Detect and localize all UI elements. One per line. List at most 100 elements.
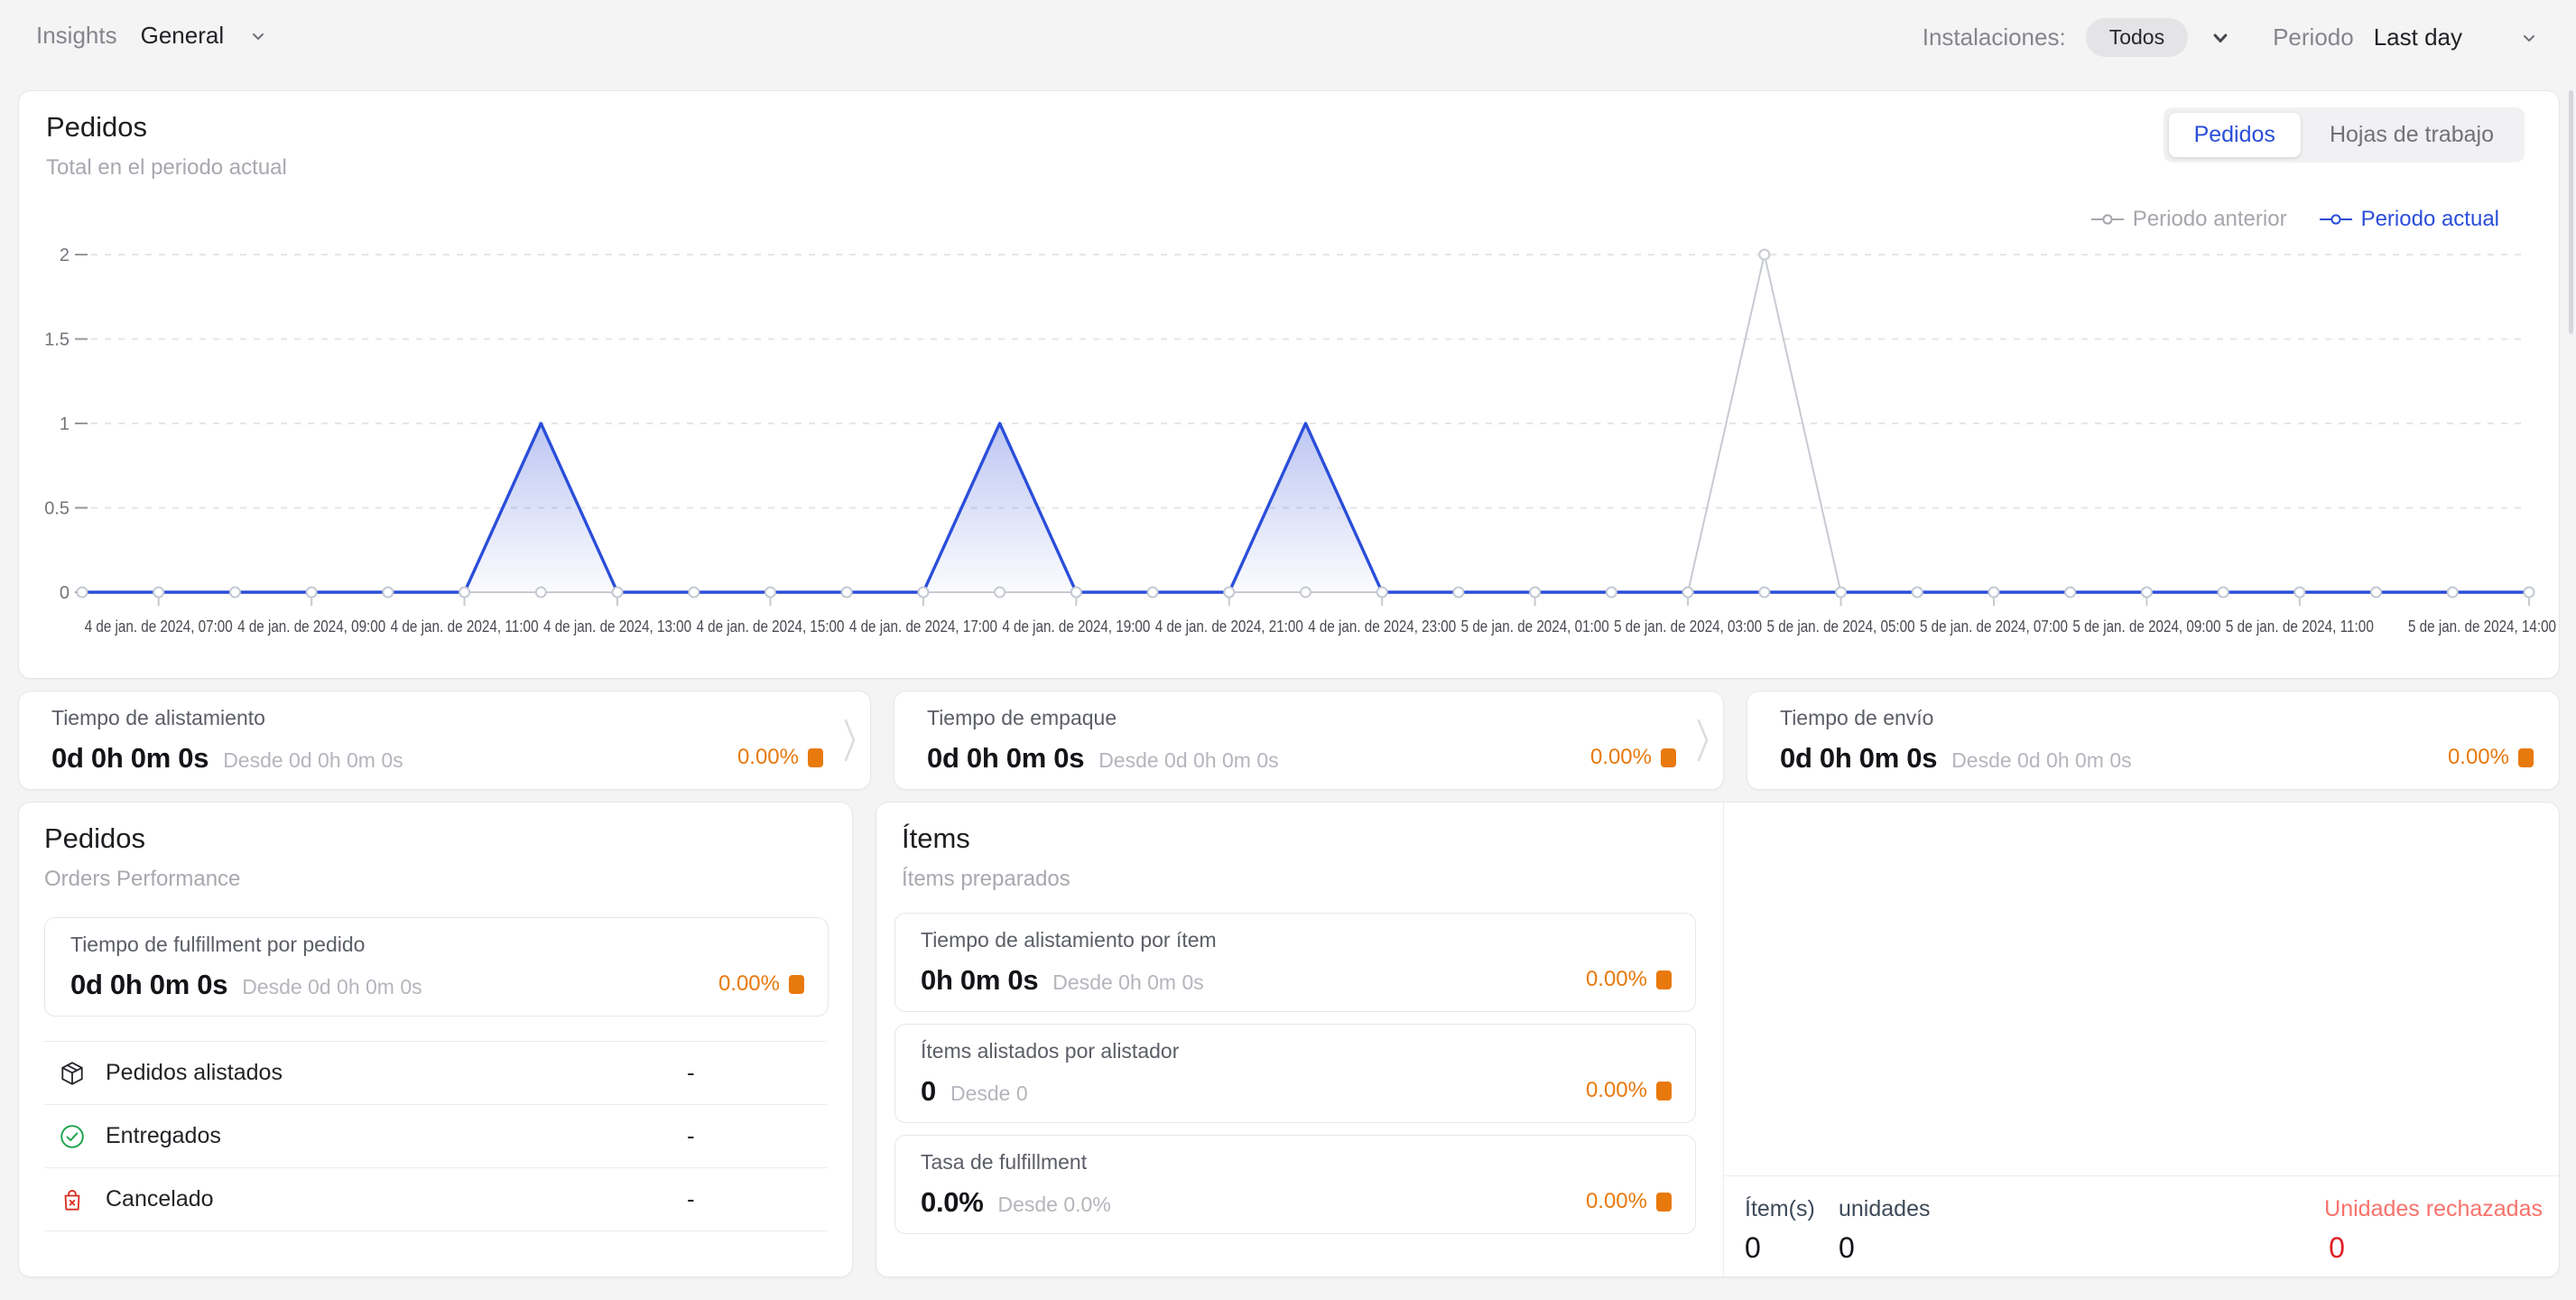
kpi-percent: 0.00% [737, 745, 823, 770]
kpi-card-envio[interactable]: Tiempo de envío 0d 0h 0m 0s Desde 0d 0h … [1747, 691, 2560, 790]
chevron-down-icon[interactable] [2518, 27, 2540, 49]
trend-chip-icon [808, 748, 823, 767]
card-title: Ítems [902, 822, 1070, 855]
orders-line-chart[interactable]: 00.511.524 de jan. de 2024, 07:004 de ja… [19, 91, 2561, 680]
kpi-content: Tiempo de empaque 0d 0h 0m 0s Desde 0d 0… [894, 706, 1590, 775]
rejected-units-value: 0 [2324, 1231, 2543, 1265]
items-column: Ítems Ítems preparados Tiempo de alistam… [876, 803, 1723, 1277]
kpi-content: Tiempo de envío 0d 0h 0m 0s Desde 0d 0h … [1747, 706, 2448, 775]
items-per-picker-metric: Ítems alistados por alistador 0 Desde 0 … [894, 1024, 1696, 1123]
metric-value: 0h 0m 0s [921, 964, 1038, 997]
kpi-title: Tiempo de empaque [927, 706, 1558, 730]
svg-text:1.5: 1.5 [44, 330, 69, 350]
percent-value: 0.00% [2448, 745, 2509, 770]
dashboard-page: Insights General Instalaciones: Todos Pe… [0, 0, 2576, 1300]
svg-text:5 de jan. de 2024, 01:00: 5 de jan. de 2024, 01:00 [1461, 618, 1609, 636]
metric-title: Ítems alistados por alistador [921, 1039, 1561, 1063]
list-item-entregados: Entregados - [44, 1104, 827, 1167]
card-subtitle: Ítems preparados [902, 867, 1070, 892]
row-label: Entregados [106, 1123, 221, 1149]
trend-chip-icon [789, 975, 804, 994]
installations-dropdown[interactable]: Todos [2086, 18, 2188, 57]
metric-percent: 0.00% [718, 971, 804, 997]
svg-text:4 de jan. de 2024, 23:00: 4 de jan. de 2024, 23:00 [1308, 618, 1456, 636]
trend-chip-icon [1656, 1082, 1672, 1100]
kpi-percent: 0.00% [1590, 745, 1676, 770]
insights-label: Insights [36, 22, 117, 50]
svg-text:2: 2 [60, 246, 69, 265]
kpi-value: 0d 0h 0m 0s [1780, 742, 1937, 775]
metric-value: 0d 0h 0m 0s [70, 969, 227, 1001]
items-count-label: Ítem(s) [1745, 1196, 1815, 1222]
row-label: Pedidos alistados [106, 1060, 283, 1086]
card-title: Pedidos [44, 822, 240, 855]
installations-label: Instalaciones: [1923, 23, 2066, 51]
period-dropdown[interactable]: Last day [2374, 23, 2462, 51]
svg-text:4 de jan. de 2024, 17:00: 4 de jan. de 2024, 17:00 [849, 618, 997, 636]
filters-group: Instalaciones: Todos Periodo Last day [1923, 18, 2540, 57]
metric-since: Desde 0h 0m 0s [1052, 970, 1203, 995]
kpi-value: 0d 0h 0m 0s [927, 742, 1084, 775]
metric-title: Tasa de fulfillment [921, 1150, 1561, 1175]
svg-text:4 de jan. de 2024, 13:00: 4 de jan. de 2024, 13:00 [543, 618, 691, 636]
row-value: - [687, 1122, 695, 1150]
svg-text:4 de jan. de 2024, 11:00: 4 de jan. de 2024, 11:00 [391, 618, 539, 636]
kpi-content: Tiempo de alistamiento 0d 0h 0m 0s Desde… [19, 706, 737, 775]
kpi-card-empaque[interactable]: Tiempo de empaque 0d 0h 0m 0s Desde 0d 0… [894, 691, 1724, 790]
row-label: Cancelado [106, 1186, 214, 1212]
items-count: Ítem(s) 0 [1745, 1196, 1815, 1265]
trend-chip-icon [1656, 970, 1672, 989]
metric-since: Desde 0 [950, 1082, 1028, 1106]
kpi-value: 0d 0h 0m 0s [51, 742, 208, 775]
items-card: Ítems Ítems preparados Tiempo de alistam… [876, 802, 2560, 1277]
metric-percent: 0.00% [1586, 1189, 1672, 1214]
items-footer: Ítem(s) 0 unidades 0 Unidades rechazadas… [1723, 1175, 2559, 1277]
trend-chip-icon [1656, 1193, 1672, 1212]
kpi-since: Desde 0d 0h 0m 0s [1098, 748, 1278, 773]
svg-text:4 de jan. de 2024, 15:00: 4 de jan. de 2024, 15:00 [696, 618, 844, 636]
kpi-title: Tiempo de alistamiento [51, 706, 705, 730]
units-count-label: unidades [1839, 1196, 1930, 1222]
period-label: Periodo [2273, 23, 2354, 51]
svg-text:4 de jan. de 2024, 21:00: 4 de jan. de 2024, 21:00 [1155, 618, 1303, 636]
picking-time-per-item-metric: Tiempo de alistamiento por ítem 0h 0m 0s… [894, 913, 1696, 1012]
check-circle-icon [59, 1123, 88, 1150]
kpi-since: Desde 0d 0h 0m 0s [223, 748, 403, 773]
svg-text:5 de jan. de 2024, 09:00: 5 de jan. de 2024, 09:00 [2072, 618, 2220, 636]
svg-text:5 de jan. de 2024, 03:00: 5 de jan. de 2024, 03:00 [1614, 618, 1762, 636]
card-subtitle: Orders Performance [44, 867, 240, 892]
orders-performance-card: Pedidos Orders Performance Tiempo de ful… [18, 802, 853, 1277]
svg-text:5 de jan. de 2024, 07:00: 5 de jan. de 2024, 07:00 [1920, 618, 2068, 636]
percent-value: 0.00% [737, 745, 799, 770]
svg-text:4 de jan. de 2024, 09:00: 4 de jan. de 2024, 09:00 [237, 618, 385, 636]
units-count-value: 0 [1839, 1231, 1930, 1265]
metric-percent: 0.00% [1586, 1078, 1672, 1103]
list-item-pedidos-alistados: Pedidos alistados - [44, 1041, 827, 1104]
rejected-units-count: Unidades rechazadas 0 [2324, 1196, 2543, 1265]
percent-value: 0.00% [1586, 1078, 1647, 1103]
chevron-down-icon[interactable] [247, 25, 271, 47]
kpi-title: Tiempo de envío [1780, 706, 2415, 730]
row-value: - [687, 1185, 695, 1213]
cancel-bag-icon [59, 1186, 88, 1213]
metric-percent: 0.00% [1586, 967, 1672, 992]
rejected-units-label: Unidades rechazadas [2324, 1196, 2543, 1222]
chevron-right-icon [1694, 713, 1712, 767]
trend-chip-icon [1661, 748, 1676, 767]
kpi-card-alistamiento[interactable]: Tiempo de alistamiento 0d 0h 0m 0s Desde… [18, 691, 871, 790]
orders-status-list: Pedidos alistados - Entregados - Cancela… [44, 1041, 827, 1231]
scrollbar-thumb[interactable] [2569, 90, 2573, 334]
metric-since: Desde 0.0% [997, 1193, 1110, 1217]
metric-since: Desde 0d 0h 0m 0s [242, 975, 422, 999]
kpi-percent: 0.00% [2448, 745, 2534, 770]
percent-value: 0.00% [1586, 967, 1647, 992]
svg-text:5 de jan. de 2024, 05:00: 5 de jan. de 2024, 05:00 [1767, 618, 1915, 636]
fulfillment-rate-metric: Tasa de fulfillment 0.0% Desde 0.0% 0.00… [894, 1135, 1696, 1234]
insights-dropdown[interactable]: General [141, 22, 225, 50]
card-header: Pedidos Orders Performance [44, 822, 240, 892]
chevron-down-icon[interactable] [2208, 25, 2233, 51]
svg-text:5 de jan. de 2024, 11:00: 5 de jan. de 2024, 11:00 [2226, 618, 2374, 636]
card-header: Ítems Ítems preparados [902, 822, 1070, 892]
svg-text:0.5: 0.5 [44, 499, 69, 519]
svg-text:4 de jan. de 2024, 19:00: 4 de jan. de 2024, 19:00 [1002, 618, 1150, 636]
